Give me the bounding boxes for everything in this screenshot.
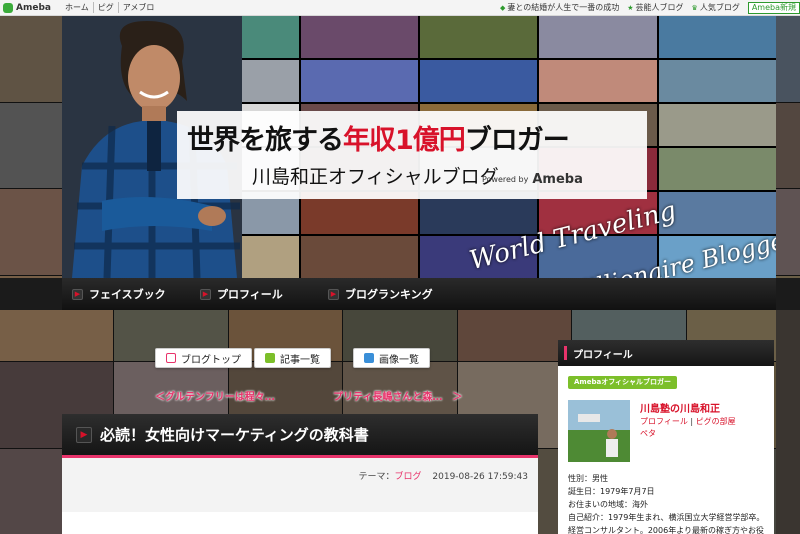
banner-title: 世界を旅する年収1億円ブロガー <box>187 118 570 157</box>
celebrity-blog-text: 芸能人ブログ <box>635 3 684 12</box>
popular-blog-link[interactable]: ♛ 人気ブログ <box>692 2 740 13</box>
recommend-link-text: 妻との結婚が人生で一番の成功 <box>507 3 620 12</box>
celebrity-blog-link[interactable]: ★ 芸能人ブログ <box>627 2 683 13</box>
official-blogger-badge: Amebaオフィシャルブロガー <box>568 376 678 389</box>
diamond-icon: ◆ <box>499 3 506 12</box>
nav-pigg-link[interactable]: ピグ <box>92 2 118 13</box>
blog-header-banner[interactable]: 世界を旅する年収1億円ブロガー 川島和正オフィシャルブログ Powered by… <box>62 16 776 278</box>
article-body <box>62 512 538 534</box>
nav-facebook-label: フェイスブック <box>89 288 166 301</box>
ameba-signup-button[interactable]: Ameba新規 <box>747 1 800 14</box>
next-article-link[interactable]: プリティ長嶋さんと森… ＞ <box>333 388 462 403</box>
crown-icon: ♛ <box>691 3 698 12</box>
powered-by-brand: Ameba <box>532 172 583 187</box>
profile-gender: 性別：男性 <box>568 474 608 483</box>
article-meta: テーマ：ブログ 2019-08-26 17:59:43 <box>359 469 529 482</box>
profile-location: お住まいの地域：海外 <box>568 500 648 509</box>
document-icon <box>265 353 275 363</box>
blog-top-button[interactable]: ブログトップ <box>155 348 252 368</box>
right-edge-collage <box>776 310 800 534</box>
article-datetime: 2019-08-26 17:59:43 <box>432 472 528 482</box>
banner-title-part1: 世界を旅する <box>187 125 344 156</box>
pigg-room-link[interactable]: ピグの部屋 <box>696 417 736 426</box>
image-list-label: 画像一覧 <box>379 354 419 366</box>
star-icon: ★ <box>627 3 634 12</box>
arrow-right-icon: ▶ <box>76 426 92 443</box>
theme-label: テーマ： <box>358 472 395 482</box>
ameba-header-bar: Ameba ホーム ピグ アメブロ ◆ 妻との結婚が人生で一番の成功 ★ 芸能人ブロ… <box>0 0 800 16</box>
ameba-global-nav: ホーム ピグ アメブロ <box>61 2 158 13</box>
profile-birthday: 誕生日：1979年7月7日 <box>568 487 655 496</box>
nav-ranking[interactable]: ▶ ブログランキング <box>328 286 446 302</box>
popular-blog-text: 人気ブログ <box>699 3 740 12</box>
nav-profile[interactable]: ▶ プロフィール <box>200 286 318 302</box>
blog-top-label: ブログトップ <box>181 354 241 366</box>
ameba-header-right: ◆ 妻との結婚が人生で一番の成功 ★ 芸能人ブログ ♛ 人気ブログ Ameba新規 <box>500 1 800 14</box>
article-header: ▶ 必読！女性向けマーケティングの教科書 <box>62 414 538 458</box>
profile-info: 性別：男性 誕生日：1979年7月7日 お住まいの地域：海外 自己紹介：1979… <box>568 472 772 534</box>
nav-profile-label: プロフィール <box>217 288 283 301</box>
article-list-label: 記事一覧 <box>280 354 320 366</box>
article-list-button[interactable]: 記事一覧 <box>254 348 331 368</box>
profile-intro-line2: 経営コンサルタント。2006年より最新の稼ぎ方やお役 <box>568 526 765 534</box>
image-list-button[interactable]: 画像一覧 <box>353 348 430 368</box>
powered-by-ameba: Powered by Ameba <box>482 172 583 187</box>
arrow-right-icon: ▶ <box>200 288 211 300</box>
prev-article-link[interactable]: ＜グルテンフリーは程々… <box>155 388 275 403</box>
accent-bar <box>564 346 567 360</box>
blog-nav-bar: ▶ フェイスブック ▶ プロフィール ▶ ブログランキング <box>62 278 776 310</box>
ameba-logo[interactable]: Ameba <box>3 2 51 13</box>
article-title[interactable]: 必読！女性向けマーケティングの教科書 <box>100 424 369 445</box>
profile-header: プロフィール <box>558 340 774 366</box>
ameba-logo-icon <box>3 2 13 13</box>
arrow-right-icon: ▶ <box>72 288 83 300</box>
link-separator: | <box>690 417 694 426</box>
peta-link[interactable]: ペタ <box>640 429 656 438</box>
nav-right-strip <box>776 278 800 310</box>
article-entry: ▶ 必読！女性向けマーケティングの教科書 テーマ：ブログ 2019-08-26 … <box>62 414 538 534</box>
profile-sidebar: プロフィール Amebaオフィシャルブロガー 川島塾の川島和正 プロフィール |… <box>558 340 774 534</box>
powered-by-text: Powered by <box>482 175 529 184</box>
arrow-right-icon: ▶ <box>328 288 339 300</box>
banner-subtitle: 川島和正オフィシャルブログ <box>252 166 499 188</box>
theme-link[interactable]: ブログ <box>395 472 422 482</box>
profile-intro-line1: 自己紹介：1979年生まれ、横浜国立大学経営学部卒。 <box>568 513 765 522</box>
banner-title-part3: ブロガー <box>464 125 570 156</box>
recommend-link[interactable]: ◆ 妻との結婚が人生で一番の成功 <box>500 2 619 13</box>
camera-icon <box>364 353 374 363</box>
home-icon <box>166 353 176 363</box>
profile-avatar[interactable] <box>568 400 630 462</box>
banner-title-highlight: 年収1億円 <box>343 125 466 156</box>
profile-link[interactable]: プロフィール <box>640 417 688 426</box>
profile-header-label: プロフィール <box>573 349 633 361</box>
nav-left-strip <box>0 278 62 310</box>
nav-ameblo-link[interactable]: アメブロ <box>117 2 159 13</box>
profile-links: プロフィール | ピグの部屋 ペタ <box>640 416 765 440</box>
nav-facebook[interactable]: ▶ フェイスブック <box>72 286 190 302</box>
nav-home-link[interactable]: ホーム <box>61 2 93 13</box>
ameba-logo-text: Ameba <box>16 2 51 13</box>
profile-name[interactable]: 川島塾の川島和正 <box>640 400 720 415</box>
nav-ranking-label: ブログランキング <box>345 288 433 301</box>
